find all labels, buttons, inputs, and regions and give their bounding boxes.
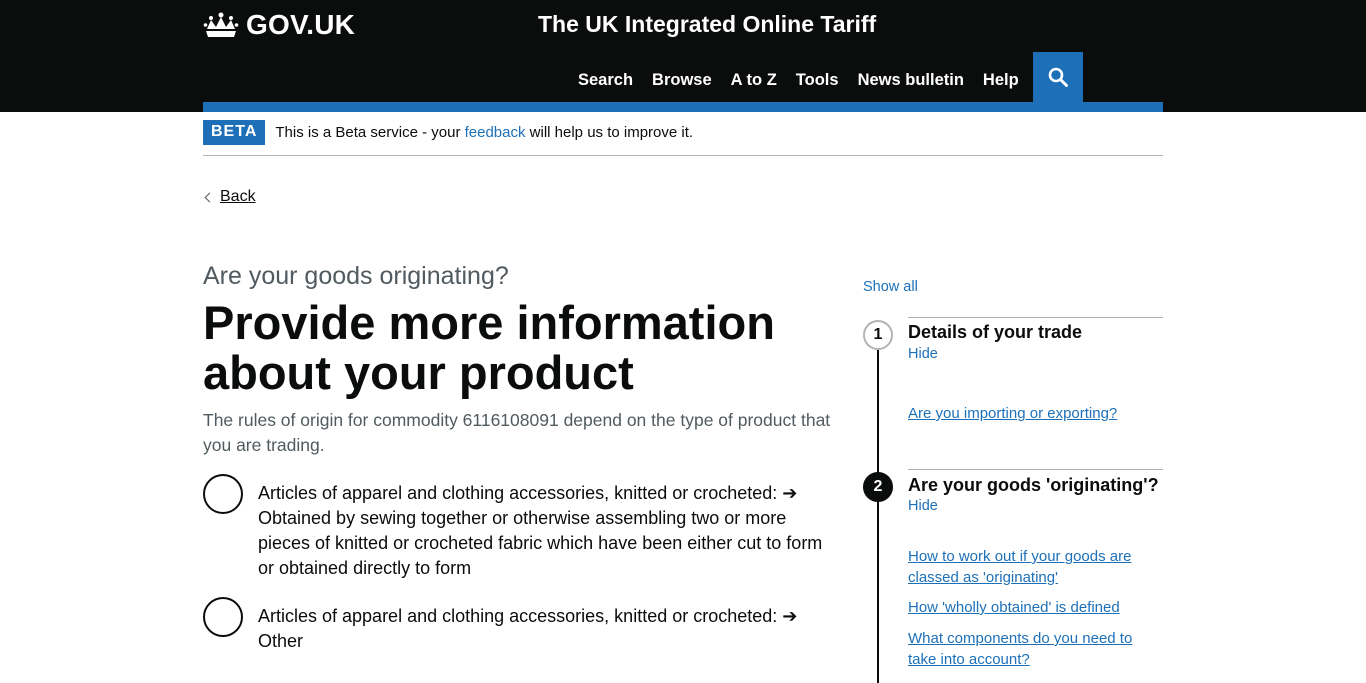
show-all-link[interactable]: Show all (863, 279, 918, 295)
step-divider (908, 469, 1163, 470)
step-title-2[interactable]: Are your goods 'originating'? (908, 475, 1159, 496)
header-accent-bar (203, 102, 1163, 112)
site-header: GOV.UK The UK Integrated Online Tariff S… (0, 0, 1366, 112)
phase-banner: BETA This is a Beta service - your feedb… (203, 120, 1163, 156)
back-link-wrapper: Back (203, 188, 256, 206)
radio-option-1[interactable]: Articles of apparel and clothing accesso… (203, 474, 823, 581)
step-number-2: 2 (863, 472, 893, 502)
back-link[interactable]: Back (220, 188, 256, 206)
step-hide-toggle-1[interactable]: Hide (908, 346, 938, 362)
step-link-originating[interactable]: How to work out if your goods are classe… (908, 546, 1153, 588)
step-link-components[interactable]: What components do you need to take into… (908, 628, 1153, 670)
beta-text-after: will help us to improve it. (525, 124, 694, 141)
radio-label[interactable]: Articles of apparel and clothing accesso… (258, 597, 823, 654)
radio-button[interactable] (203, 474, 243, 514)
radio-option-2[interactable]: Articles of apparel and clothing accesso… (203, 597, 823, 654)
radio-label[interactable]: Articles of apparel and clothing accesso… (258, 474, 823, 581)
nav-help[interactable]: Help (983, 71, 1019, 90)
step-title-1[interactable]: Details of your trade (908, 322, 1082, 343)
search-icon (1048, 67, 1068, 87)
nav-browse[interactable]: Browse (652, 71, 712, 90)
nav-tools[interactable]: Tools (796, 71, 839, 90)
step-link-importing-exporting[interactable]: Are you importing or exporting? (908, 403, 1153, 424)
page-caption: Are your goods originating? (203, 262, 509, 290)
step-divider (908, 317, 1163, 318)
page-lead: The rules of origin for commodity 611610… (203, 410, 831, 455)
step-hide-toggle-2[interactable]: Hide (908, 498, 938, 514)
search-button[interactable] (1033, 52, 1083, 102)
beta-text-before: This is a Beta service - your (275, 124, 465, 141)
chevron-left-icon (204, 192, 215, 202)
logo-text: GOV.UK (246, 9, 356, 40)
govuk-logo-link[interactable]: GOV.UK (203, 9, 355, 41)
page-title: Provide more information about your prod… (203, 296, 775, 399)
crown-icon (203, 12, 239, 37)
beta-text: This is a Beta service - your feedback w… (275, 120, 693, 145)
step-number-1: 1 (863, 320, 893, 350)
step-timeline-line (877, 350, 879, 683)
nav-search[interactable]: Search (578, 71, 633, 90)
beta-tag: BETA (203, 120, 266, 145)
service-name[interactable]: The UK Integrated Online Tariff (538, 11, 876, 38)
step-link-wholly-obtained[interactable]: How 'wholly obtained' is defined (908, 597, 1153, 618)
nav-a-to-z[interactable]: A to Z (731, 71, 777, 90)
header-nav: Search Browse A to Z Tools News bulletin… (578, 71, 1038, 90)
nav-news-bulletin[interactable]: News bulletin (858, 71, 964, 90)
feedback-link[interactable]: feedback (465, 124, 526, 141)
radio-button[interactable] (203, 597, 243, 637)
